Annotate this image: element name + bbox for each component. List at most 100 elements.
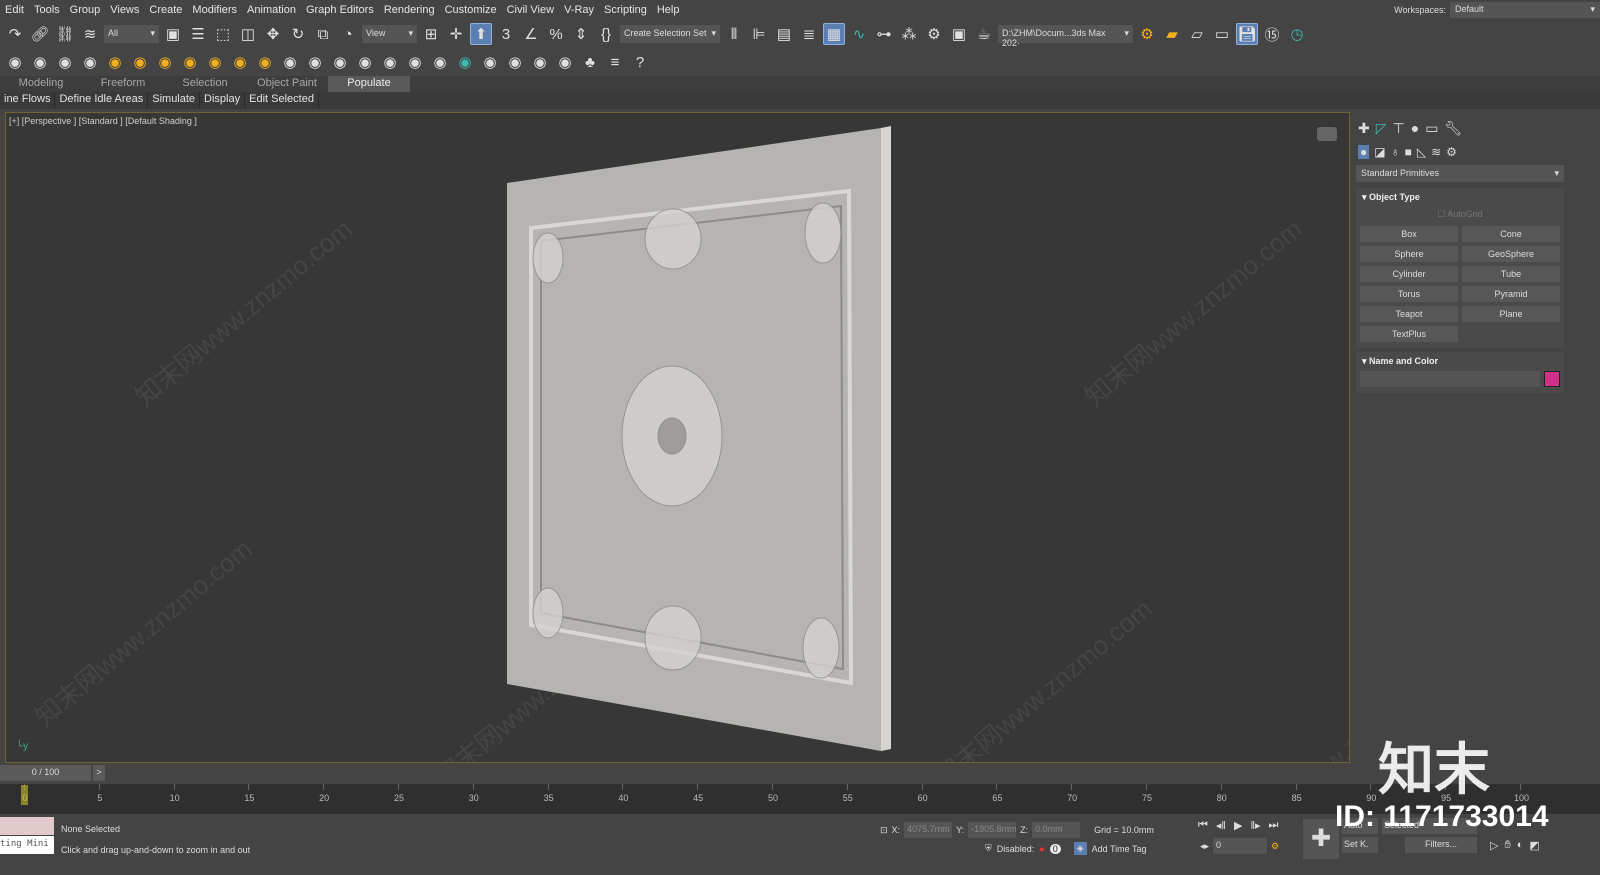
menu-v-ray[interactable]: V-Ray (559, 4, 599, 16)
notes-icon[interactable]: ≡ (604, 51, 626, 73)
menu-scripting[interactable]: Scripting (599, 4, 652, 16)
angle-snap-icon[interactable]: ∠ (520, 23, 542, 45)
rotate-icon[interactable]: ↻ (287, 23, 309, 45)
mirror-icon[interactable]: ⫴ (723, 23, 745, 45)
cylinder-button[interactable]: Cylinder (1360, 266, 1458, 282)
pyramid-button[interactable]: Pyramid (1462, 286, 1560, 302)
maxscript-listener[interactable] (0, 817, 54, 835)
vray-palette-icon[interactable]: ◉ (479, 51, 501, 73)
menu-edit[interactable]: Edit (0, 4, 29, 16)
tab-modeling[interactable]: Modeling (0, 76, 82, 92)
menu-create[interactable]: Create (144, 4, 187, 16)
vray-dome-icon[interactable]: ◉ (129, 51, 151, 73)
menu-group[interactable]: Group (65, 4, 106, 16)
time-tag-icon[interactable]: ◈ (1073, 842, 1087, 855)
shapes-icon[interactable]: ◪ (1374, 145, 1385, 159)
next-frame-button[interactable]: > (93, 765, 105, 781)
menu-customize[interactable]: Customize (440, 4, 502, 16)
absolute-mode-icon[interactable]: ⊡ (880, 825, 888, 836)
time-configuration-icon[interactable]: ⚙ (1271, 841, 1279, 852)
tab-object-paint[interactable]: Object Paint (246, 76, 328, 92)
pivot-icon[interactable]: ⊞ (420, 23, 442, 45)
snap-3d-icon[interactable]: 3 (495, 23, 517, 45)
rollout-header[interactable]: ▾ Name and Color (1356, 352, 1564, 371)
vray-proxy-icon[interactable]: ◉ (54, 51, 76, 73)
play-icon[interactable]: ▶ (1234, 819, 1242, 832)
systems-icon[interactable]: ⚙ (1446, 145, 1457, 159)
vray-ambient-icon[interactable]: ◉ (254, 51, 276, 73)
time-slider[interactable]: 0 / 100 > (0, 765, 105, 781)
link-icon[interactable]: 🔗︎ (29, 23, 51, 45)
tab-selection[interactable]: Selection (164, 76, 246, 92)
project-path-dropdown[interactable]: D:\ZHM\Docum...3ds Max 202· ▾ (998, 25, 1133, 48)
menu-graph-editors[interactable]: Graph Editors (301, 4, 379, 16)
go-to-end-icon[interactable]: ⏭ (1269, 819, 1279, 832)
create-tab-icon[interactable]: ✚ (1358, 120, 1370, 137)
set-key-label-button[interactable]: Set K. (1342, 837, 1378, 853)
orbit-icon[interactable]: ◐ (1517, 839, 1524, 852)
shield-icon[interactable]: ⛨ (985, 843, 992, 854)
next-frame-icon[interactable]: ‖▸ (1250, 819, 1260, 832)
display-tab-icon[interactable]: ▭ (1425, 120, 1438, 137)
workspaces-dropdown[interactable]: Default ▾ (1450, 2, 1600, 18)
modify-tab-icon[interactable]: ◸ (1376, 120, 1387, 137)
maximize-viewport-icon[interactable]: ◩ (1529, 839, 1539, 852)
sphere-button[interactable]: Sphere (1360, 246, 1458, 262)
help-icon[interactable]: ? (629, 51, 651, 73)
rendered-frame-icon[interactable]: ▣ (948, 23, 970, 45)
move-icon[interactable]: ✥ (262, 23, 284, 45)
vray-fur2-icon[interactable]: ◉ (354, 51, 376, 73)
hierarchy-tab-icon[interactable]: ⊤ (1393, 120, 1405, 137)
autobackup-15-icon[interactable]: ⑮ (1261, 23, 1283, 45)
menu-civil-view[interactable]: Civil View (502, 4, 559, 16)
vray-ies-icon[interactable]: ◉ (179, 51, 201, 73)
object-color-swatch[interactable] (1544, 371, 1560, 387)
schematic-view-icon[interactable]: ⊶ (873, 23, 895, 45)
z-coordinate[interactable]: 0.0mm (1032, 822, 1081, 838)
filters-button[interactable]: Filters... (1405, 837, 1477, 853)
rect-selection-icon[interactable]: ⬚ (212, 23, 234, 45)
time-slider-thumb[interactable]: 0 / 100 (0, 765, 92, 781)
select-manipulate-icon[interactable]: ⬆ (470, 23, 492, 45)
geometry-icon[interactable]: ● (1358, 145, 1370, 159)
teapot-button[interactable]: Teapot (1360, 306, 1458, 322)
menu-views[interactable]: Views (105, 4, 144, 16)
vray-sun-icon[interactable]: ◉ (229, 51, 251, 73)
toggle-ribbon-icon[interactable]: ▦ (823, 23, 845, 45)
named-sets-icon[interactable]: {} (595, 23, 617, 45)
mirror-select-icon[interactable]: ✛ (445, 23, 467, 45)
cone-button[interactable]: Cone (1462, 226, 1560, 242)
y-coordinate[interactable]: -1905.8mm (968, 822, 1017, 838)
material-editor-icon[interactable]: ⁂ (898, 23, 920, 45)
vray-mesh-light-icon[interactable]: ◉ (204, 51, 226, 73)
tube-button[interactable]: Tube (1462, 266, 1560, 282)
pan-icon[interactable]: ✋︎ (1504, 839, 1510, 852)
category-dropdown[interactable]: Standard Primitives ▾ (1356, 165, 1564, 182)
vray-multimaterial-icon[interactable]: ◉ (454, 51, 476, 73)
ribbon-button-define-idle-areas[interactable]: Define Idle Areas (55, 92, 149, 109)
spinner-snap-icon[interactable]: ⇕ (570, 23, 592, 45)
spacewarps-icon[interactable]: ≋ (1431, 145, 1441, 159)
ribbon-button-display[interactable]: Display (200, 92, 246, 109)
selection-filter-dropdown[interactable]: All ▾ (104, 25, 159, 43)
maxscript-mini[interactable]: ting Mini (0, 836, 54, 854)
cameras-icon[interactable]: ■ (1405, 145, 1412, 159)
project-settings-icon[interactable]: ⚙ (1136, 23, 1158, 45)
menu-rendering[interactable]: Rendering (379, 4, 440, 16)
x-coordinate[interactable]: 4075.7mm (904, 822, 953, 838)
reference-coordinate-dropdown[interactable]: View ▾ (362, 25, 417, 43)
layer-explorer-icon[interactable]: ≣ (798, 23, 820, 45)
vray-proxy-box-icon[interactable]: ◉ (279, 51, 301, 73)
vray-frame-icon[interactable]: ◉ (29, 51, 51, 73)
geosphere-button[interactable]: GeoSphere (1462, 246, 1560, 262)
textplus-button[interactable]: TextPlus (1360, 326, 1458, 342)
tab-populate[interactable]: Populate (328, 76, 410, 92)
project-folder-icon[interactable]: ▰ (1161, 23, 1183, 45)
tab-freeform[interactable]: Freeform (82, 76, 164, 92)
align-icon[interactable]: ⊫ (748, 23, 770, 45)
ribbon-button-edit-selected[interactable]: Edit Selected (245, 92, 319, 109)
placement-icon[interactable]: ◔ (337, 23, 359, 45)
motion-tab-icon[interactable]: ● (1411, 120, 1419, 137)
torus-button[interactable]: Torus (1360, 286, 1458, 302)
vray-fur-icon[interactable]: ◉ (304, 51, 326, 73)
